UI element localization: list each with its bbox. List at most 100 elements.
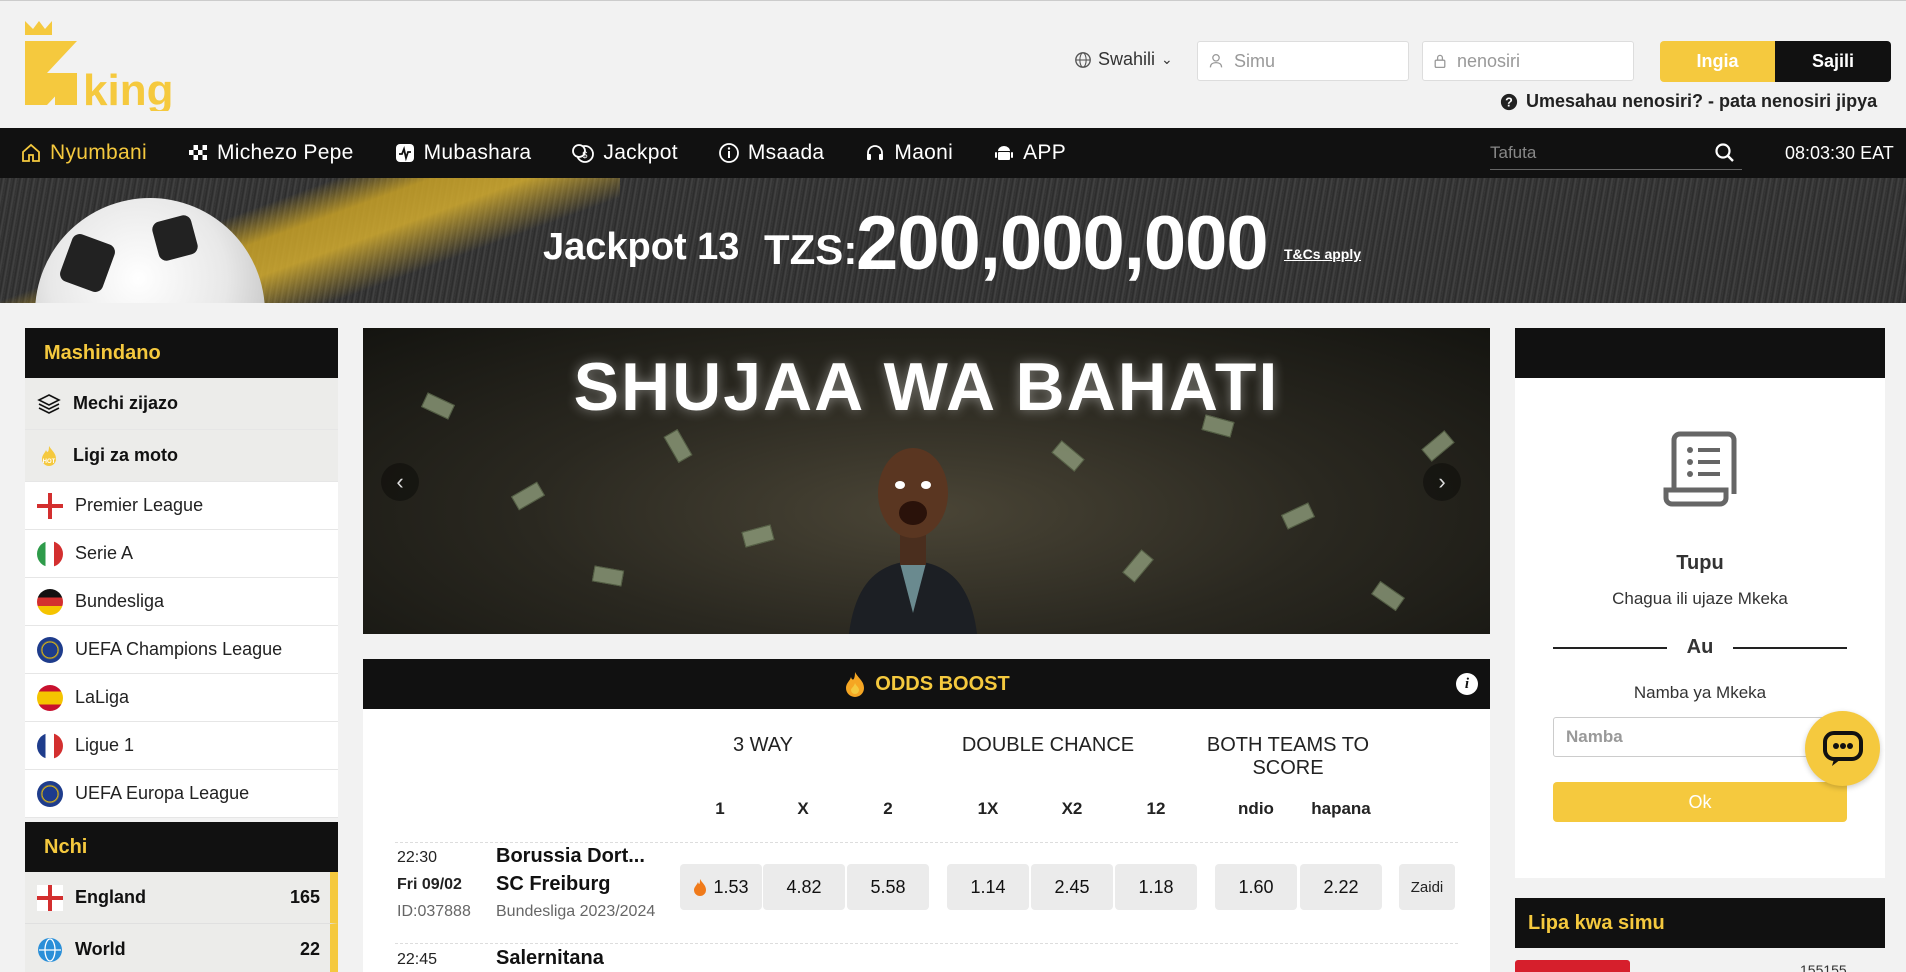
hot-flame-icon: HOT [42,445,56,466]
sidebar-item-ligue-1[interactable]: Ligue 1 [25,722,338,770]
sidebar-item-hot-leagues[interactable]: HOT Ligi za moto [25,430,338,482]
sidebar-item-champions-league[interactable]: UEFA Champions League [25,626,338,674]
col-x2: X2 [1061,799,1083,818]
sidebar-item-europa-league[interactable]: UEFA Europa League [25,770,338,818]
jackpot-banner[interactable]: Jackpot 13 TZS: 200,000,000 T&Cs apply [0,178,1906,303]
england-flag-icon [37,884,63,911]
jackpot-label: Jackpot 13 [543,226,740,268]
sidebar-item-upcoming[interactable]: Mechi zijazo [25,378,338,430]
col-x: X [797,799,809,818]
nav-item-app[interactable]: APP [973,128,1086,178]
nav-label: Jackpot [603,141,678,164]
left-sidebar: Mashindano Mechi zijazo HOT Ligi za moto… [25,328,338,972]
betslip-panel: Tupu Chagua ili ujaze Mkeka Au Namba ya … [1515,378,1885,878]
vodacom-logo [1515,960,1630,972]
eu-flag-icon [37,636,63,663]
sidebar-item-serie-a[interactable]: Serie A [25,530,338,578]
nav-label: Mubashara [423,141,532,164]
mobile-pay-header: Lipa kwa simu [1515,898,1885,948]
sidebar-item-label: Premier League [75,495,204,515]
sidebar-item-label: UEFA Champions League [75,639,283,659]
nav-label: Msaada [747,141,825,164]
betslip-code-input[interactable] [1553,717,1847,757]
nav-label: Michezo Pepe [216,141,354,164]
group-btts: BOTH TEAMS TO SCORE [1206,734,1370,779]
odd-value: 4.82 [786,876,822,897]
password-field[interactable] [1422,41,1634,81]
betslip-code-label: Namba ya Mkeka [1633,683,1767,702]
pay-number: 155155 [1800,962,1847,972]
money-decoration [741,524,775,548]
language-selector[interactable]: Swahili ⌄ [1074,49,1173,70]
king-logo[interactable]: king [25,21,225,111]
odds-boost-title: ODDS BOOST [875,672,1010,695]
match-date: Fri 09/02 [397,876,462,893]
brand-text: king [83,66,173,111]
chat-button[interactable] [1805,711,1880,786]
header: king Swahili ⌄ Ingia Sajili ? Umesahau n… [0,0,1906,128]
search-box[interactable] [1490,136,1742,170]
odd-value: 1.14 [970,876,1006,897]
odd-button-2[interactable]: 5.58 [847,864,929,910]
nav-item-live[interactable]: Mubashara [374,128,552,178]
password-input[interactable] [1457,50,1607,72]
sidebar-country-england[interactable]: England 165 [25,872,338,924]
or-divider: Au [1553,636,1848,659]
row-divider [395,943,1458,944]
info-icon[interactable]: i [1456,673,1478,695]
info-icon [718,143,739,163]
nav-item-home[interactable]: Nyumbani [0,128,167,178]
sidebar-item-label: UEFA Europa League [75,783,250,803]
sidebar-item-premier-league[interactable]: Premier League [25,482,338,530]
terms-link[interactable]: T&Cs apply [1284,246,1361,262]
away-team[interactable]: SC Freiburg [496,873,610,896]
country-label: England [75,887,146,907]
nav-item-jackpot[interactable]: $ Jackpot [551,128,697,178]
forgot-password-text: Umesahau nenosiri? - pata nenosiri jipya [1526,91,1878,111]
odd-button-x[interactable]: 4.82 [763,864,845,910]
live-icon [395,144,414,162]
odd-button-no[interactable]: 2.22 [1300,864,1382,910]
android-icon [995,146,1014,160]
sidebar-item-bundesliga[interactable]: Bundesliga [25,578,338,626]
login-button[interactable]: Ingia [1660,41,1775,82]
sidebar-country-world[interactable]: World 22 [25,924,338,972]
nav-item-feedback[interactable]: Maoni [844,128,973,178]
sidebar-item-laliga[interactable]: LaLiga [25,674,338,722]
sidebar-item-label: LaLiga [75,687,130,707]
main-nav: Nyumbani Michezo Pepe Mubashara $ Jackpo… [0,128,1906,178]
language-label: Swahili [1098,49,1156,69]
phone-input[interactable] [1234,50,1384,72]
odds-boost-header: ODDS BOOST i [363,659,1490,709]
home-team[interactable]: Borussia Dort... [496,845,645,868]
phone-field[interactable] [1197,41,1409,81]
register-button[interactable]: Sajili [1775,41,1891,82]
or-label: Au [1686,636,1714,658]
forgot-password-link[interactable]: ? Umesahau nenosiri? - pata nenosiri jip… [1500,91,1877,112]
odd-value: 5.58 [870,876,906,897]
odd-button-1x[interactable]: 1.14 [947,864,1029,910]
search-icon[interactable] [1714,142,1736,164]
sidebar-item-label: Ligue 1 [75,735,135,755]
flame-icon [694,879,707,896]
betslip-ok-button[interactable]: Ok [1553,782,1847,822]
money-decoration [1281,502,1315,530]
odd-button-x2[interactable]: 2.45 [1031,864,1113,910]
eu-flag-icon [37,780,63,807]
match-time: 22:45 [397,951,438,968]
england-flag-icon [37,492,63,519]
chevron-left-icon: ‹ [396,469,404,494]
nav-item-virtual[interactable]: Michezo Pepe [167,128,374,178]
carousel-next-button[interactable]: › [1423,463,1461,501]
carousel-prev-button[interactable]: ‹ [381,463,419,501]
more-markets-button[interactable]: Zaidi [1399,864,1455,910]
home-team[interactable]: Salernitana [496,947,604,970]
promo-carousel[interactable]: SHUJAA WA BAHATI ‹ › [363,328,1490,634]
odd-button-1[interactable]: 1.53 [680,864,762,910]
odd-button-12[interactable]: 1.18 [1115,864,1197,910]
search-input[interactable] [1490,142,1700,163]
col-1: 1 [715,799,725,818]
odd-button-yes[interactable]: 1.60 [1215,864,1297,910]
nav-item-help[interactable]: Msaada [698,128,845,178]
jackpot-currency: TZS: [764,226,858,273]
